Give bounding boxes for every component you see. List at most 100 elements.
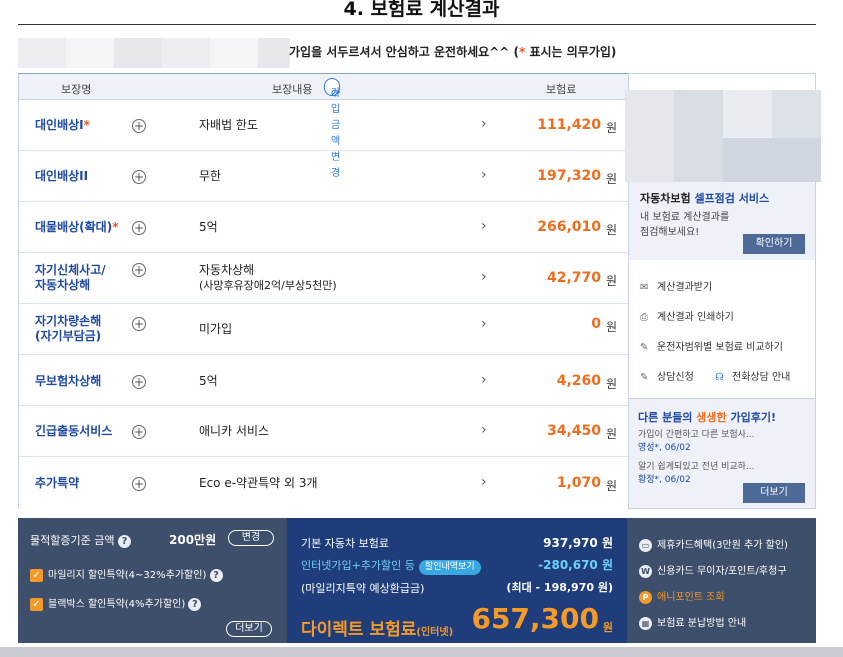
header-premium: 보험료: [546, 83, 577, 96]
table-row[interactable]: 대인배상II + 무한 › 197,320 원: [19, 151, 629, 202]
headset-icon: ☊: [715, 372, 724, 383]
table-row[interactable]: 자기차량손해 (자기부담금) + 미가입 › 0 원: [19, 304, 629, 355]
reviews-more-button[interactable]: 더보기: [743, 483, 805, 503]
phone-consult-link[interactable]: ☊ 전화상담 안내: [715, 368, 790, 383]
self-check-box: 자동차보험 셀프점검 서비스 내 보험료 계산결과를 점검해보세요! 확인하기: [629, 182, 815, 260]
review-item[interactable]: 알기 쉽게되있고 전년 비교하... 황정*, 06/02: [638, 461, 755, 487]
won-unit: 원: [605, 479, 617, 493]
coverage-content: Eco e-약관특약 외 3개: [199, 476, 318, 490]
mileage-amount: 200만원: [169, 533, 217, 547]
compare-premium-link[interactable]: ✎ 운전자범위별 보험료 비교하기: [640, 338, 783, 353]
summary-bar: 물적할증기준 금액 ? 200만원 변경 ✓ 마일리지 할인특약(4~32%추가할…: [18, 518, 816, 643]
expand-plus-icon[interactable]: +: [132, 317, 146, 331]
help-icon[interactable]: ?: [117, 534, 131, 548]
more-button[interactable]: 더보기: [226, 621, 272, 637]
self-check-title: 자동차보험 셀프점검 서비스: [640, 192, 770, 205]
change-button[interactable]: 변경: [228, 530, 274, 546]
premium-amount: 197,320: [537, 168, 601, 184]
reviews-title: 다른 분들의 생생한 가입후기!: [638, 411, 776, 424]
table-row[interactable]: 대인배상I* + 자배법 한도 › 111,420 원: [19, 100, 629, 151]
installment-link[interactable]: ▦ 보험료 분납방법 안내: [639, 614, 746, 630]
coverage-name: 대물배상(확대)*: [35, 220, 119, 234]
chevron-right-icon[interactable]: ›: [481, 167, 487, 183]
discount-options-panel: 물적할증기준 금액 ? 200만원 변경 ✓ 마일리지 할인특약(4~32%추가할…: [18, 518, 287, 643]
header-coverage-content: 보장내용: [272, 83, 313, 96]
table-row[interactable]: 대물배상(확대)* + 5억 › 266,010 원: [19, 202, 629, 253]
chevron-right-icon[interactable]: ›: [481, 116, 487, 132]
mail-icon: ✉: [640, 282, 649, 293]
blackbox-discount-checkbox[interactable]: ✓ 블랙박스 할인특약(4%추가할인) ?: [30, 595, 202, 611]
won-unit: 원: [605, 377, 617, 391]
table-row[interactable]: 자기신체사고/자동차상해 + 자동차상해 (사망후유장애2억/부상5천만) › 4…: [19, 253, 629, 304]
bottom-edge-bar: [0, 647, 843, 657]
chevron-right-icon[interactable]: ›: [481, 269, 487, 285]
change-amount-button[interactable]: ⟳ 가입금액 변경: [324, 78, 340, 179]
notice-text: 가입을 서두르셔서 안심하고 운전하세요^^ (* 표시는 의무가입): [289, 43, 616, 60]
point-icon: P: [639, 590, 652, 604]
receive-result-link[interactable]: ✉ 계산결과받기: [640, 278, 712, 293]
chevron-right-icon[interactable]: ›: [481, 372, 487, 388]
premium-total-panel: 기본 자동차 보험료 937,970 원 인터넷가입+추가할인 등 할인내역보기 …: [287, 518, 627, 643]
blurred-banner-part: [723, 138, 821, 182]
premium-amount: 42,770: [546, 270, 601, 286]
base-premium-value: 937,970 원: [543, 536, 613, 550]
side-panel: 자동차보험 셀프점검 서비스 내 보험료 계산결과를 점검해보세요! 확인하기 …: [625, 73, 821, 509]
table-header: 보장명 보장내용 ⟳ 가입금액 변경 보험료: [19, 74, 629, 179]
mileage-label: 물적할증기준 금액 ?: [30, 532, 131, 548]
premium-amount: 1,070: [556, 475, 601, 491]
discount-value: -280,670 원: [538, 558, 613, 572]
coverage-content: 자배법 한도: [199, 118, 259, 132]
table-row[interactable]: 무보험차상해 + 5억 › 4,260 원: [19, 355, 629, 406]
expand-plus-icon[interactable]: +: [132, 119, 146, 133]
premium-amount: 266,010: [537, 219, 601, 235]
won-unit: 원: [605, 121, 617, 135]
coverage-content: 무한: [199, 169, 222, 183]
expand-plus-icon[interactable]: +: [132, 477, 146, 491]
help-icon[interactable]: ?: [188, 597, 202, 611]
chevron-right-icon[interactable]: ›: [481, 422, 487, 438]
anypoint-link[interactable]: P 애니포인트 조회: [639, 588, 725, 604]
checkbox-checked-icon[interactable]: ✓: [30, 568, 43, 582]
premium-amount: 111,420: [537, 117, 601, 133]
won-icon: W: [639, 564, 652, 578]
print-result-link[interactable]: ⎙ 계산결과 인쇄하기: [640, 308, 734, 323]
coverage-content: 자동차상해 (사망후유장애2억/부상5천만): [199, 263, 337, 292]
edit-icon: ✎: [640, 372, 649, 383]
consult-request-link[interactable]: ✎ 상담신청: [640, 368, 694, 383]
checkbox-checked-icon[interactable]: ✓: [30, 597, 43, 611]
reviews-box: 다른 분들의 생생한 가입후기! 가입이 간편하고 다른 보험사... 영성*, …: [629, 398, 815, 508]
expand-plus-icon[interactable]: +: [132, 170, 146, 184]
won-unit: 원: [605, 172, 617, 186]
header-coverage-name: 보장명: [61, 83, 92, 96]
total-premium: 657,300: [471, 602, 599, 635]
chevron-right-icon[interactable]: ›: [481, 474, 487, 490]
payment-links-panel: ▭ 제휴카드혜택(3만원 추가 할인) W 신용카드 무이자/포인트/후청구 P 애니…: [627, 518, 816, 643]
table-row[interactable]: 추가특약 + Eco e-약관특약 외 3개 › 1,070 원: [19, 457, 629, 508]
coverage-content: 5억: [199, 374, 218, 388]
expand-plus-icon[interactable]: +: [132, 263, 146, 277]
discount-detail-button[interactable]: 할인내역보기: [418, 560, 481, 575]
total-won-unit: 원: [602, 621, 613, 634]
chevron-right-icon[interactable]: ›: [481, 218, 487, 234]
credit-card-link[interactable]: W 신용카드 무이자/포인트/후청구: [639, 562, 787, 578]
notice-tail: 표시는 의무가입): [525, 45, 617, 59]
won-unit: 원: [605, 274, 617, 288]
notice-main: 가입을 서두르셔서 안심하고 운전하세요^^ (: [289, 45, 519, 59]
card-icon: ▭: [639, 538, 652, 552]
won-unit: 원: [605, 427, 617, 441]
printer-icon: ⎙: [640, 312, 648, 323]
partner-card-link[interactable]: ▭ 제휴카드혜택(3만원 추가 할인): [639, 536, 788, 552]
chevron-right-icon[interactable]: ›: [481, 316, 487, 332]
expand-plus-icon[interactable]: +: [132, 221, 146, 235]
blurred-notice-region: [18, 38, 290, 68]
title-divider: [18, 24, 816, 25]
table-row[interactable]: 긴급출동서비스 + 애니카 서비스 › 34,450 원: [19, 406, 629, 457]
confirm-button[interactable]: 확인하기: [743, 234, 805, 254]
review-item[interactable]: 가입이 간편하고 다른 보험사... 영성*, 06/02: [638, 429, 755, 455]
expand-plus-icon[interactable]: +: [132, 425, 146, 439]
discount-label: 인터넷가입+추가할인 등 할인내역보기: [301, 557, 481, 575]
expand-plus-icon[interactable]: +: [132, 375, 146, 389]
self-check-description: 내 보험료 계산결과를 점검해보세요!: [640, 212, 730, 238]
help-icon[interactable]: ?: [209, 568, 223, 582]
mileage-discount-checkbox[interactable]: ✓ 마일리지 할인특약(4~32%추가할인) ?: [30, 566, 223, 582]
